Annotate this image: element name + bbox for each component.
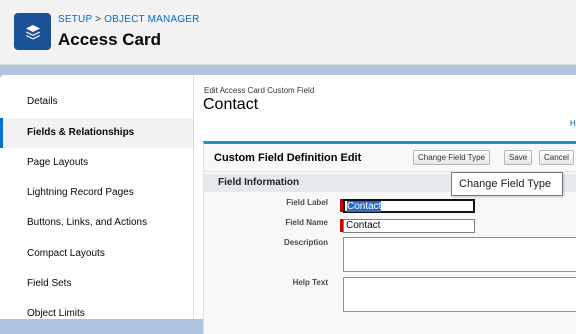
field-name-value: Contact (346, 220, 381, 231)
sidebar-item-fields-relationships[interactable]: Fields & Relationships (0, 118, 193, 148)
save-button[interactable]: Save (504, 150, 533, 165)
sidebar-item-compact-layouts[interactable]: Compact Layouts (0, 239, 193, 269)
field-name-label: Field Name (285, 218, 328, 227)
help-text-label: Help Text (292, 278, 328, 287)
breadcrumb-separator: > (95, 14, 102, 25)
field-label-input[interactable]: Contact (343, 199, 475, 213)
custom-field-edit-block: Custom Field Definition Edit Change Fiel… (203, 141, 576, 334)
breadcrumb-object-manager[interactable]: OBJECT MANAGER (104, 14, 199, 25)
section-title: Field Information (218, 177, 300, 188)
change-field-type-button[interactable]: Change Field Type (413, 150, 491, 165)
field-label-label: Field Label (286, 198, 328, 207)
main-content: Edit Access Card Custom Field Contact H … (194, 75, 576, 334)
record-title: Contact (203, 96, 259, 113)
page-title: Access Card (58, 30, 162, 49)
page-header: SETUP > OBJECT MANAGER Access Card (0, 0, 576, 65)
sidebar: Details Fields & Relationships Page Layo… (0, 75, 194, 319)
field-name-input[interactable]: Contact (343, 219, 475, 233)
sidebar-item-object-limits[interactable]: Object Limits (0, 299, 193, 329)
help-text-textarea[interactable] (343, 277, 576, 312)
breadcrumb-setup[interactable]: SETUP (58, 14, 92, 25)
description-label: Description (283, 238, 328, 247)
sidebar-item-lightning-record-pages[interactable]: Lightning Record Pages (0, 178, 193, 208)
block-title: Custom Field Definition Edit (214, 152, 362, 164)
sidebar-item-details[interactable]: Details (0, 87, 193, 117)
change-field-type-tooltip: Change Field Type (451, 172, 563, 196)
sidebar-item-buttons-links-actions[interactable]: Buttons, Links, and Actions (0, 208, 193, 238)
sidebar-item-page-layouts[interactable]: Page Layouts (0, 148, 193, 178)
sidebar-item-field-sets[interactable]: Field Sets (0, 269, 193, 299)
cancel-button[interactable]: Cancel (539, 150, 574, 165)
help-link[interactable]: H (570, 119, 576, 128)
breadcrumb: SETUP > OBJECT MANAGER (58, 14, 200, 25)
description-textarea[interactable] (343, 237, 576, 272)
field-label-value: Contact (347, 201, 382, 212)
edit-caption: Edit Access Card Custom Field (204, 86, 315, 95)
block-header: Custom Field Definition Edit Change Fiel… (204, 144, 576, 172)
layers-icon (14, 13, 51, 50)
